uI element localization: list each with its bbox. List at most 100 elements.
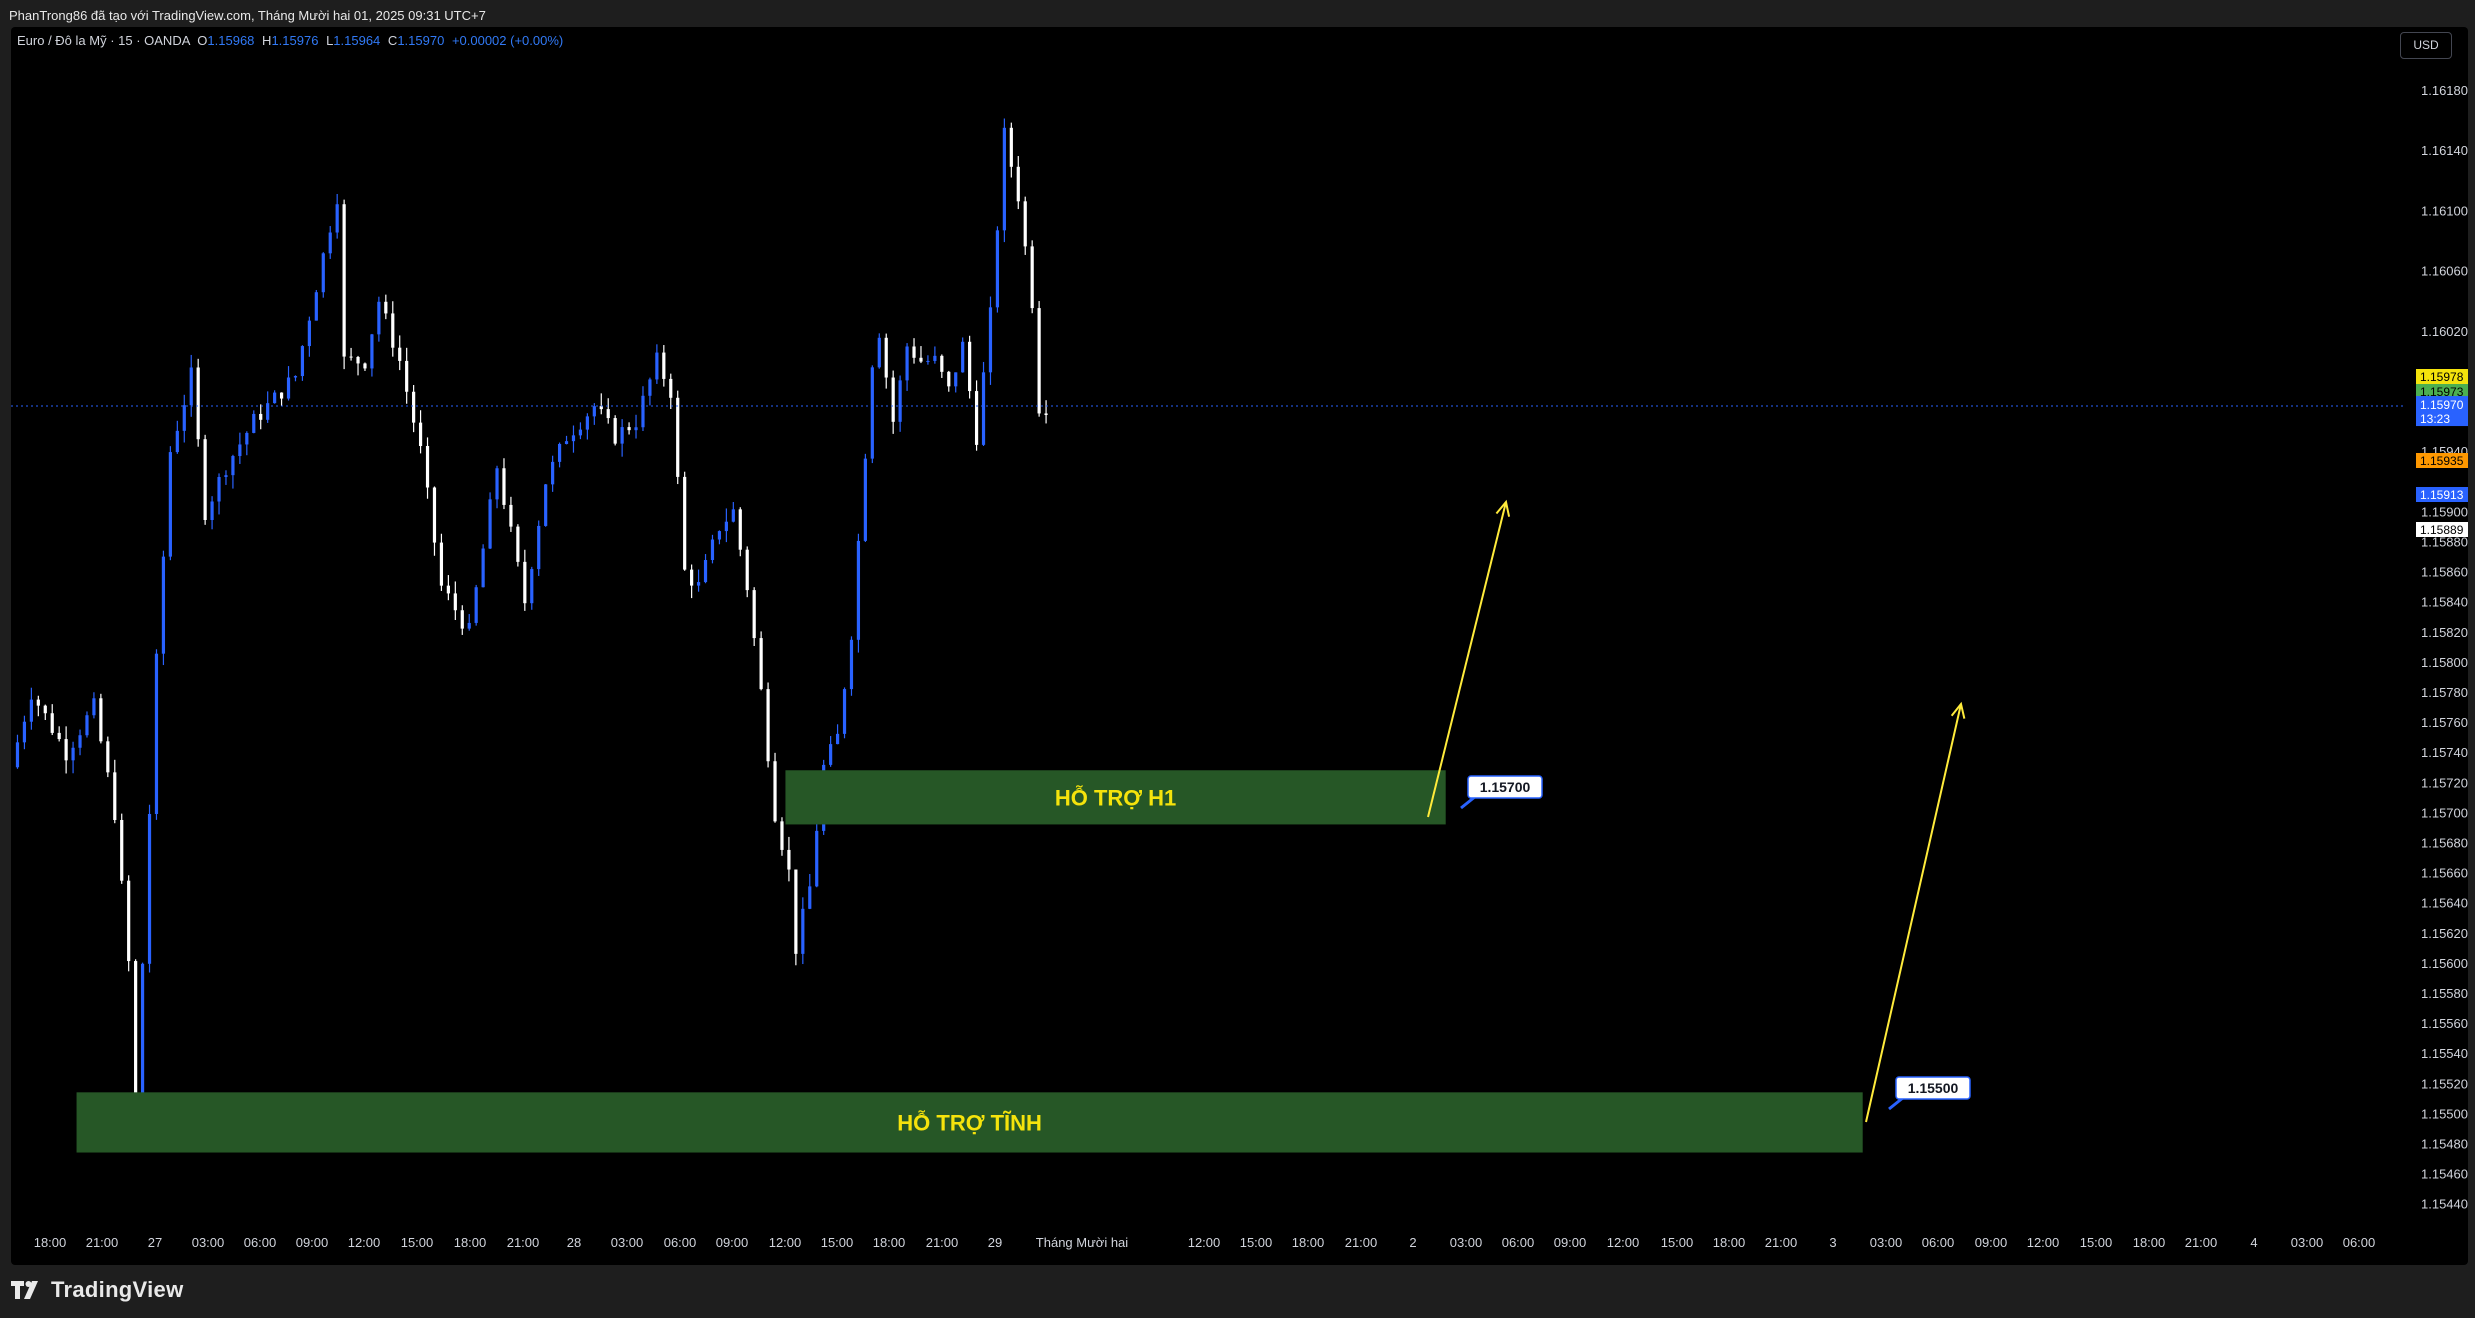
x-tick-label: 06:00 — [244, 1235, 277, 1250]
candle-body — [780, 821, 784, 850]
candle-body — [829, 744, 833, 765]
candle-body — [509, 504, 513, 527]
y-tick-label: 1.15720 — [2421, 775, 2468, 790]
candle-body — [530, 569, 534, 604]
x-tick-label: 29 — [988, 1235, 1002, 1250]
y-tick-label: 1.15800 — [2421, 655, 2468, 670]
candle-body — [669, 378, 673, 398]
candle-body — [154, 653, 159, 814]
candle-body — [71, 747, 75, 761]
y-tick-label: 1.15640 — [2421, 896, 2468, 911]
price-scale-label-text: 1.15889 — [2420, 523, 2464, 537]
last-price-text: 1.15970 — [2420, 398, 2464, 412]
candle-body — [974, 391, 979, 445]
tradingview-logo[interactable]: TradingView — [11, 1277, 184, 1303]
candle-body — [655, 352, 659, 380]
candle-body — [238, 444, 242, 457]
candle-body — [29, 699, 33, 722]
x-tick-label: 27 — [148, 1235, 162, 1250]
candle-body — [432, 487, 437, 543]
candle-body — [787, 849, 791, 870]
candle-body — [488, 499, 492, 549]
price-scale-label-text: 1.15935 — [2420, 454, 2464, 468]
candle-body — [363, 363, 367, 369]
support-zone-label: HỖ TRỢ H1 — [1055, 784, 1176, 810]
x-tick-label: 18:00 — [873, 1235, 906, 1250]
candle-body — [641, 395, 645, 428]
candle-body — [613, 418, 617, 444]
y-tick-label: 1.16020 — [2421, 324, 2468, 339]
candle-body — [286, 377, 291, 399]
x-tick-label: 09:00 — [1975, 1235, 2008, 1250]
candle-body — [599, 406, 603, 410]
candle-body — [293, 376, 298, 378]
currency-button[interactable]: USD — [2400, 32, 2452, 59]
candle-body — [342, 204, 346, 357]
y-tick-label: 1.16100 — [2421, 203, 2468, 218]
trend-arrow[interactable] — [1865, 703, 1962, 1123]
y-tick-label: 1.15620 — [2421, 926, 2468, 941]
chart-panel[interactable]: HỖ TRỢ H1 HỖ TRỢ TĨNH 1.15700 1.15500 1.1618… — [11, 27, 2468, 1265]
y-tick-label: 1.16060 — [2421, 264, 2468, 279]
candle-body — [106, 741, 110, 773]
symbol-label[interactable]: Euro / Đô la Mỹ · 15 · OANDA — [17, 33, 190, 48]
candle-body — [189, 367, 193, 406]
x-tick-label: 21:00 — [926, 1235, 959, 1250]
y-tick-label: 1.15560 — [2421, 1016, 2468, 1031]
x-tick-label: 18:00 — [1292, 1235, 1325, 1250]
candle-body — [300, 346, 305, 377]
candle-body — [690, 569, 694, 586]
candle-body — [50, 713, 54, 733]
candle-body — [592, 406, 596, 417]
candle-body — [564, 441, 569, 444]
candle-body — [279, 392, 284, 399]
y-tick-label: 1.15660 — [2421, 866, 2468, 881]
candle-body — [954, 372, 958, 387]
x-tick-label: 03:00 — [2291, 1235, 2324, 1250]
price-scale-label-text: 1.15913 — [2420, 488, 2464, 502]
candle-body — [92, 698, 96, 716]
candle-body — [161, 556, 166, 654]
candle-body — [947, 371, 951, 387]
candle-body — [557, 443, 562, 462]
candle-body — [856, 540, 861, 640]
y-tick-label: 1.15540 — [2421, 1046, 2468, 1061]
x-tick-label: 4 — [2250, 1235, 2257, 1250]
y-tick-label: 1.15600 — [2421, 956, 2468, 971]
candle-body — [801, 908, 805, 954]
candle-body — [898, 380, 902, 422]
candle-body — [467, 622, 471, 629]
y-tick-label: 1.15740 — [2421, 745, 2468, 760]
close-value: 1.15970 — [397, 33, 445, 48]
x-tick-label: 15:00 — [1240, 1235, 1273, 1250]
candle-body — [175, 430, 179, 453]
candle-body — [961, 341, 965, 373]
candle-body — [578, 429, 583, 436]
candle-body — [766, 689, 770, 762]
candle-body — [794, 869, 798, 954]
candle-body — [203, 439, 207, 520]
brand-name: TradingView — [51, 1277, 184, 1302]
low-value: 1.15964 — [333, 33, 381, 48]
snapshot-caption: PhanTrong86 đã tạo với TradingView.com, … — [9, 8, 486, 23]
y-tick-label: 1.15500 — [2421, 1106, 2468, 1121]
x-tick-label: 03:00 — [611, 1235, 644, 1250]
y-tick-label: 1.15860 — [2421, 565, 2468, 580]
candle-body — [815, 830, 819, 887]
candle-body — [252, 413, 256, 433]
y-tick-label: 1.15820 — [2421, 625, 2468, 640]
x-tick-label: 12:00 — [348, 1235, 381, 1250]
candle-body — [1016, 166, 1020, 202]
chart-canvas[interactable]: HỖ TRỢ H1 HỖ TRỢ TĨNH 1.15700 1.15500 1.1618… — [11, 27, 2468, 1265]
trend-arrow[interactable] — [1427, 501, 1507, 818]
close-key: C — [387, 33, 398, 48]
candle-body — [78, 735, 82, 748]
candle-body — [662, 352, 666, 379]
candle-body — [328, 232, 332, 254]
candle-body — [210, 501, 214, 520]
x-tick-label: 21:00 — [86, 1235, 119, 1250]
candle-body — [981, 372, 986, 445]
candle-body — [808, 886, 812, 909]
x-tick-label: 06:00 — [1922, 1235, 1955, 1250]
candle-body — [259, 413, 263, 420]
